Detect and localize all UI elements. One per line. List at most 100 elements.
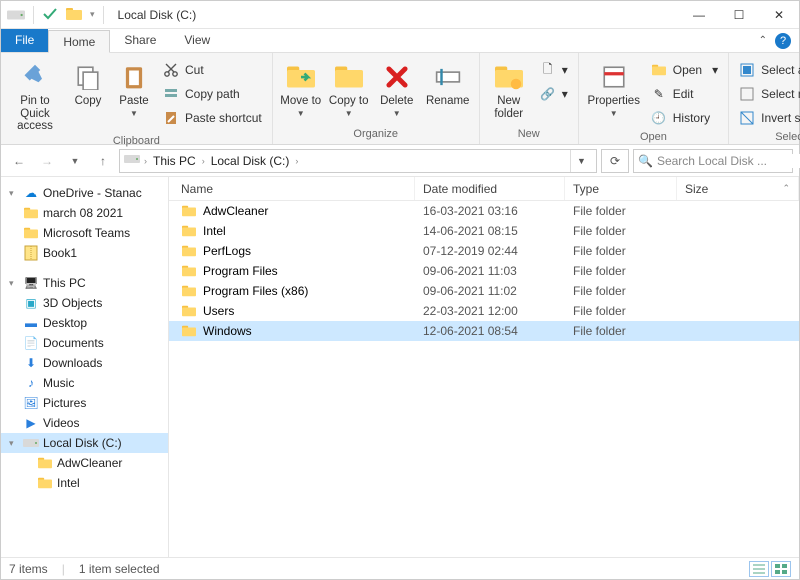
address-bar-row: ← → ▼ ↑ › This PC › Local Disk (C:) › ▼ …	[1, 145, 799, 177]
tree-folder[interactable]: AdwCleaner	[1, 453, 168, 473]
folder-icon	[181, 244, 197, 258]
col-name[interactable]: Name	[169, 177, 415, 200]
copy-button[interactable]: Copy	[67, 55, 109, 108]
tree-desktop[interactable]: ▬Desktop	[1, 313, 168, 333]
search-icon: 🔍	[638, 154, 653, 168]
column-headers[interactable]: Name Date modified Type Size⌃	[169, 177, 799, 201]
table-row[interactable]: Program Files (x86)09-06-2021 11:02File …	[169, 281, 799, 301]
col-type[interactable]: Type	[565, 177, 677, 200]
col-date[interactable]: Date modified	[415, 177, 565, 200]
tab-home[interactable]: Home	[48, 30, 110, 53]
tree-pictures[interactable]: 🖼Pictures	[1, 393, 168, 413]
navigation-tree[interactable]: ▾☁OneDrive - Stanac march 08 2021 Micros…	[1, 177, 169, 557]
address-dropdown-button[interactable]: ▼	[570, 150, 592, 172]
collapse-ribbon-icon[interactable]: ⌃	[759, 35, 767, 46]
group-open: Properties▼ Open▾ ✎Edit 🕘History Open	[579, 53, 729, 144]
edit-button[interactable]: ✎Edit	[647, 83, 722, 105]
maximize-button[interactable]: ☐	[719, 1, 759, 29]
table-row[interactable]: Program Files09-06-2021 11:03File folder	[169, 261, 799, 281]
tree-downloads[interactable]: ⬇Downloads	[1, 353, 168, 373]
tree-3d-objects[interactable]: ▣3D Objects	[1, 293, 168, 313]
tree-onedrive[interactable]: ▾☁OneDrive - Stanac	[1, 183, 168, 203]
cut-button[interactable]: Cut	[159, 59, 266, 81]
copy-icon	[72, 61, 104, 93]
copy-path-icon	[163, 86, 179, 102]
paste-button[interactable]: Paste ▼	[113, 55, 155, 118]
table-row[interactable]: Windows12-06-2021 08:54File folder	[169, 321, 799, 341]
table-row[interactable]: Intel14-06-2021 08:15File folder	[169, 221, 799, 241]
folder-icon	[37, 475, 53, 491]
select-none-button[interactable]: Select none	[735, 83, 800, 105]
pc-icon: 🖥	[23, 275, 39, 291]
tab-share[interactable]: Share	[110, 29, 170, 52]
view-details-button[interactable]	[749, 561, 769, 577]
tree-folder[interactable]: Microsoft Teams	[1, 223, 168, 243]
open-button[interactable]: Open▾	[647, 59, 722, 81]
file-rows[interactable]: AdwCleaner16-03-2021 03:16File folderInt…	[169, 201, 799, 557]
tree-file[interactable]: Book1	[1, 243, 168, 263]
chevron-right-icon[interactable]: ›	[144, 156, 147, 166]
file-name: Users	[203, 304, 234, 318]
file-type: File folder	[565, 324, 677, 338]
minimize-button[interactable]: —	[679, 1, 719, 29]
up-button[interactable]: ↑	[91, 149, 115, 173]
rename-icon	[432, 61, 464, 93]
table-row[interactable]: AdwCleaner16-03-2021 03:16File folder	[169, 201, 799, 221]
tab-view[interactable]: View	[170, 29, 224, 52]
table-row[interactable]: Users22-03-2021 12:00File folder	[169, 301, 799, 321]
move-to-button[interactable]: Move to▼	[279, 55, 323, 118]
tree-videos[interactable]: ▶Videos	[1, 413, 168, 433]
music-icon: ♪	[23, 375, 39, 391]
pin-icon	[19, 61, 51, 93]
rename-button[interactable]: Rename	[423, 55, 473, 108]
pin-to-quick-access-button[interactable]: Pin to Quick access	[7, 55, 63, 133]
drive-icon	[124, 151, 140, 170]
search-box[interactable]: 🔍	[633, 149, 793, 173]
status-item-count: 7 items	[9, 562, 48, 576]
help-icon[interactable]: ?	[775, 33, 791, 49]
tree-music[interactable]: ♪Music	[1, 373, 168, 393]
tree-folder[interactable]: Intel	[1, 473, 168, 493]
group-clipboard: Pin to Quick access Copy Paste ▼ Cut Cop…	[1, 53, 273, 144]
properties-button[interactable]: Properties▼	[585, 55, 643, 118]
tab-file[interactable]: File	[1, 29, 48, 52]
copy-path-button[interactable]: Copy path	[159, 83, 266, 105]
scissors-icon	[163, 62, 179, 78]
history-button[interactable]: 🕘History	[647, 107, 722, 129]
chevron-right-icon[interactable]: ›	[202, 156, 205, 166]
easy-access-button[interactable]: 🔗▾	[536, 83, 572, 105]
qat-folder-icon[interactable]	[66, 6, 84, 24]
file-date: 16-03-2021 03:16	[415, 204, 565, 218]
new-folder-button[interactable]: New folder	[486, 55, 532, 120]
ribbon-tabs: File Home Share View ⌃ ?	[1, 29, 799, 53]
col-size[interactable]: Size⌃	[677, 177, 799, 200]
breadcrumb-this-pc[interactable]: This PC	[151, 154, 198, 168]
status-bar: 7 items | 1 item selected	[1, 557, 799, 579]
close-button[interactable]: ✕	[759, 1, 799, 29]
select-all-button[interactable]: Select all	[735, 59, 800, 81]
chevron-down-icon: ▼	[393, 110, 401, 119]
qat-check-icon[interactable]	[42, 6, 60, 24]
new-item-button[interactable]: 🗋▾	[536, 59, 572, 81]
paste-shortcut-button[interactable]: Paste shortcut	[159, 107, 266, 129]
invert-selection-icon	[739, 110, 755, 126]
forward-button[interactable]: →	[35, 149, 59, 173]
tree-local-disk[interactable]: ▾Local Disk (C:)	[1, 433, 168, 453]
chevron-right-icon[interactable]: ›	[295, 156, 298, 166]
tree-folder[interactable]: march 08 2021	[1, 203, 168, 223]
qat-dropdown-icon[interactable]: ▾	[90, 9, 95, 20]
tree-documents[interactable]: 📄Documents	[1, 333, 168, 353]
tree-this-pc[interactable]: ▾🖥This PC	[1, 273, 168, 293]
refresh-button[interactable]: ⟳	[601, 149, 629, 173]
address-bar[interactable]: › This PC › Local Disk (C:) › ▼	[119, 149, 597, 173]
copy-to-button[interactable]: Copy to▼	[327, 55, 371, 118]
recent-locations-button[interactable]: ▼	[63, 149, 87, 173]
view-large-icons-button[interactable]	[771, 561, 791, 577]
table-row[interactable]: PerfLogs07-12-2019 02:44File folder	[169, 241, 799, 261]
invert-selection-button[interactable]: Invert selection	[735, 107, 800, 129]
delete-button[interactable]: Delete▼	[375, 55, 419, 118]
group-new: New folder 🗋▾ 🔗▾ New	[480, 53, 579, 144]
breadcrumb-drive[interactable]: Local Disk (C:)	[209, 154, 292, 168]
back-button[interactable]: ←	[7, 149, 31, 173]
search-input[interactable]	[657, 154, 800, 168]
